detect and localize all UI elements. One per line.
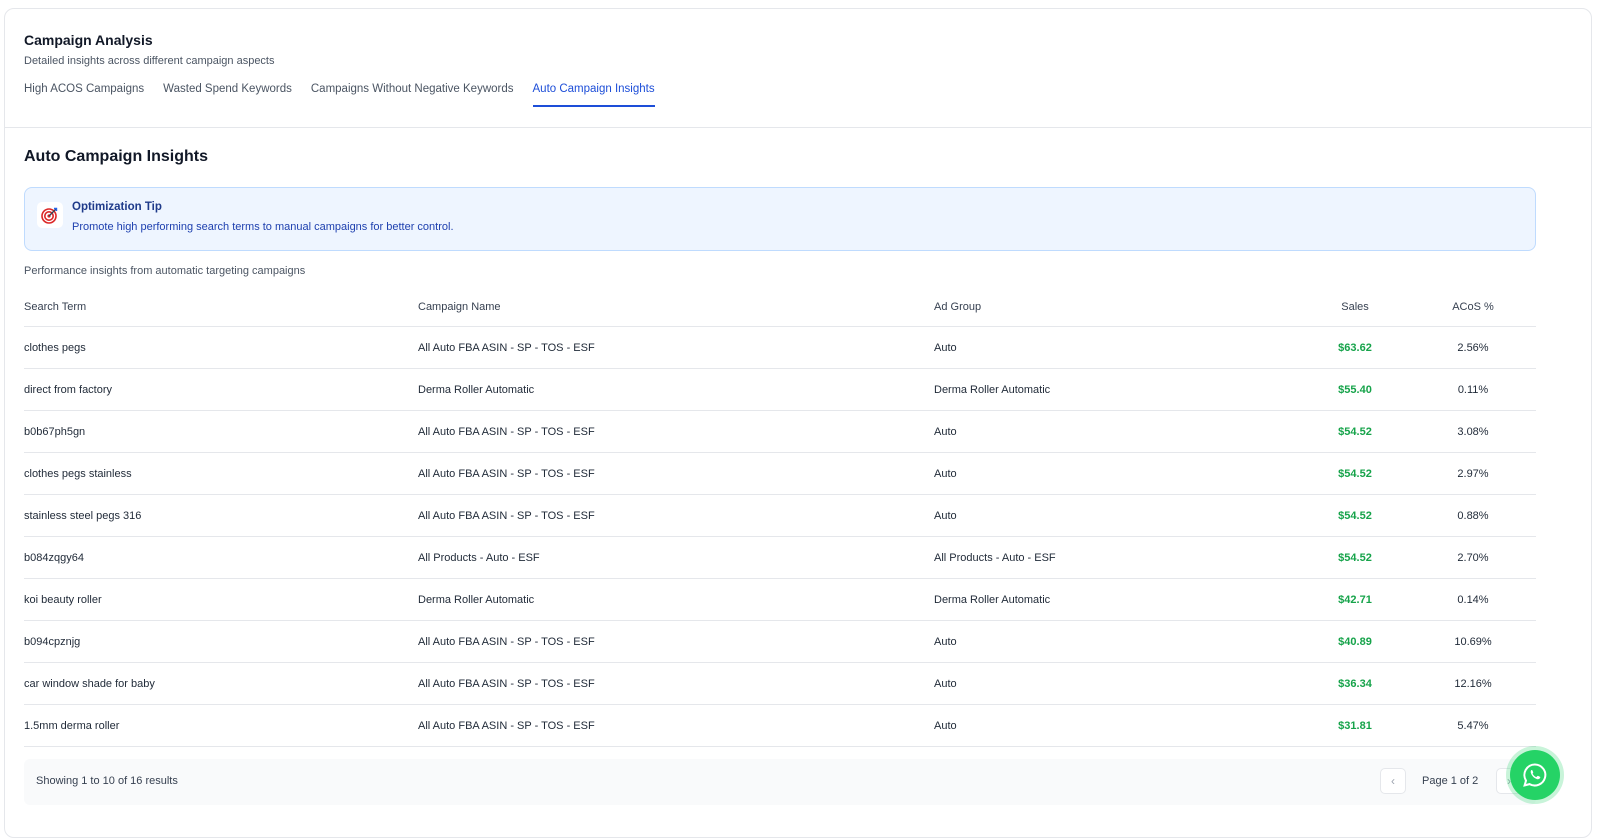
sales-cell: $31.81 [1338, 719, 1372, 732]
acos-cell: 12.16% [1454, 677, 1492, 690]
search-term-cell: b084zqgy64 [24, 551, 84, 564]
ad-group-cell: Auto [934, 509, 957, 522]
campaign-name-cell: All Auto FBA ASIN - SP - TOS - ESF [418, 467, 595, 480]
ad-group-cell: Auto [934, 467, 957, 480]
sales-cell: $54.52 [1338, 467, 1372, 480]
page-subtitle: Detailed insights across different campa… [24, 55, 275, 67]
table-row: clothes pegs stainless All Auto FBA ASIN… [24, 453, 1536, 495]
target-icon [37, 202, 63, 228]
search-term-cell: stainless steel pegs 316 [24, 509, 142, 522]
campaign-name-cell: Derma Roller Automatic [418, 593, 535, 606]
table-row: koi beauty roller Derma Roller Automatic… [24, 579, 1536, 621]
search-term-cell: b0b67ph5gn [24, 425, 86, 438]
column-header-ad-group[interactable]: Ad Group [934, 287, 981, 326]
table-row: stainless steel pegs 316 All Auto FBA AS… [24, 495, 1536, 537]
search-term-cell: direct from factory [24, 383, 113, 396]
page-title: Campaign Analysis [24, 32, 153, 48]
chevron-left-icon: ‹ [1391, 774, 1395, 788]
ad-group-cell: Derma Roller Automatic [934, 383, 1051, 396]
ad-group-cell: Derma Roller Automatic [934, 593, 1051, 606]
insights-table: Search Term Campaign Name Ad Group Sales… [24, 287, 1536, 747]
sales-cell: $54.52 [1338, 425, 1372, 438]
table-row: car window shade for baby All Auto FBA A… [24, 663, 1536, 705]
tab-auto-campaign-insights[interactable]: Auto Campaign Insights [532, 81, 655, 107]
card-header: Campaign Analysis Detailed insights acro… [5, 9, 1591, 128]
table-row: b084zqgy64 All Products - Auto - ESF All… [24, 537, 1536, 579]
acos-cell: 2.70% [1457, 551, 1489, 564]
campaign-name-cell: All Auto FBA ASIN - SP - TOS - ESF [418, 509, 595, 522]
acos-cell: 5.47% [1457, 719, 1489, 732]
acos-cell: 3.08% [1457, 425, 1489, 438]
column-header-sales[interactable]: Sales [1324, 287, 1386, 326]
ad-group-cell: Auto [934, 677, 957, 690]
search-term-cell: clothes pegs stainless [24, 467, 132, 480]
campaign-name-cell: All Products - Auto - ESF [418, 551, 540, 564]
tab-bar: High ACOS Campaigns Wasted Spend Keyword… [24, 81, 674, 107]
previous-page-button[interactable]: ‹ [1380, 768, 1406, 794]
whatsapp-icon [1523, 763, 1547, 787]
sales-cell: $36.34 [1338, 677, 1372, 690]
results-count: Showing 1 to 10 of 16 results [36, 775, 178, 787]
acos-cell: 2.56% [1457, 341, 1489, 354]
sales-cell: $42.71 [1338, 593, 1372, 606]
table-row: direct from factory Derma Roller Automat… [24, 369, 1536, 411]
campaign-name-cell: All Auto FBA ASIN - SP - TOS - ESF [418, 677, 595, 690]
search-term-cell: koi beauty roller [24, 593, 102, 606]
acos-cell: 2.97% [1457, 467, 1489, 480]
acos-cell: 0.88% [1457, 509, 1489, 522]
sales-cell: $54.52 [1338, 509, 1372, 522]
ad-group-cell: Auto [934, 425, 957, 438]
table-row: clothes pegs All Auto FBA ASIN - SP - TO… [24, 327, 1536, 369]
tab-wasted-spend-keywords[interactable]: Wasted Spend Keywords [163, 81, 292, 107]
search-term-cell: car window shade for baby [24, 677, 155, 690]
ad-group-cell: Auto [934, 341, 957, 354]
ad-group-cell: Auto [934, 635, 957, 648]
campaign-name-cell: All Auto FBA ASIN - SP - TOS - ESF [418, 341, 595, 354]
column-header-acos[interactable]: ACoS % [1444, 287, 1502, 326]
sales-cell: $54.52 [1338, 551, 1372, 564]
tip-title: Optimization Tip [72, 201, 162, 213]
section-title: Auto Campaign Insights [24, 148, 208, 165]
campaign-name-cell: All Auto FBA ASIN - SP - TOS - ESF [418, 719, 595, 732]
pagination-footer: Showing 1 to 10 of 16 results ‹ Page 1 o… [24, 759, 1536, 805]
optimization-tip-banner: Optimization Tip Promote high performing… [24, 187, 1536, 251]
whatsapp-chat-button[interactable] [1510, 750, 1560, 800]
ad-group-cell: All Products - Auto - ESF [934, 551, 1056, 564]
tab-campaigns-without-negative-keywords[interactable]: Campaigns Without Negative Keywords [311, 81, 514, 107]
tip-text: Promote high performing search terms to … [72, 221, 454, 233]
sales-cell: $63.62 [1338, 341, 1372, 354]
acos-cell: 10.69% [1454, 635, 1492, 648]
column-header-campaign-name[interactable]: Campaign Name [418, 287, 501, 326]
search-term-cell: 1.5mm derma roller [24, 719, 120, 732]
campaign-name-cell: All Auto FBA ASIN - SP - TOS - ESF [418, 425, 595, 438]
table-row: b094cpznjg All Auto FBA ASIN - SP - TOS … [24, 621, 1536, 663]
performance-note: Performance insights from automatic targ… [24, 265, 306, 277]
search-term-cell: b094cpznjg [24, 635, 81, 648]
page-indicator: Page 1 of 2 [1422, 775, 1479, 787]
campaign-name-cell: Derma Roller Automatic [418, 383, 535, 396]
column-header-search-term[interactable]: Search Term [24, 287, 86, 326]
sales-cell: $55.40 [1338, 383, 1372, 396]
campaign-analysis-card: Campaign Analysis Detailed insights acro… [4, 8, 1592, 838]
acos-cell: 0.11% [1457, 383, 1489, 396]
search-term-cell: clothes pegs [24, 341, 86, 354]
table-row: b0b67ph5gn All Auto FBA ASIN - SP - TOS … [24, 411, 1536, 453]
tab-high-acos-campaigns[interactable]: High ACOS Campaigns [24, 81, 144, 107]
ad-group-cell: Auto [934, 719, 957, 732]
campaign-name-cell: All Auto FBA ASIN - SP - TOS - ESF [418, 635, 595, 648]
acos-cell: 0.14% [1457, 593, 1489, 606]
table-row: 1.5mm derma roller All Auto FBA ASIN - S… [24, 705, 1536, 747]
sales-cell: $40.89 [1338, 635, 1372, 648]
table-header-row: Search Term Campaign Name Ad Group Sales… [24, 287, 1536, 327]
